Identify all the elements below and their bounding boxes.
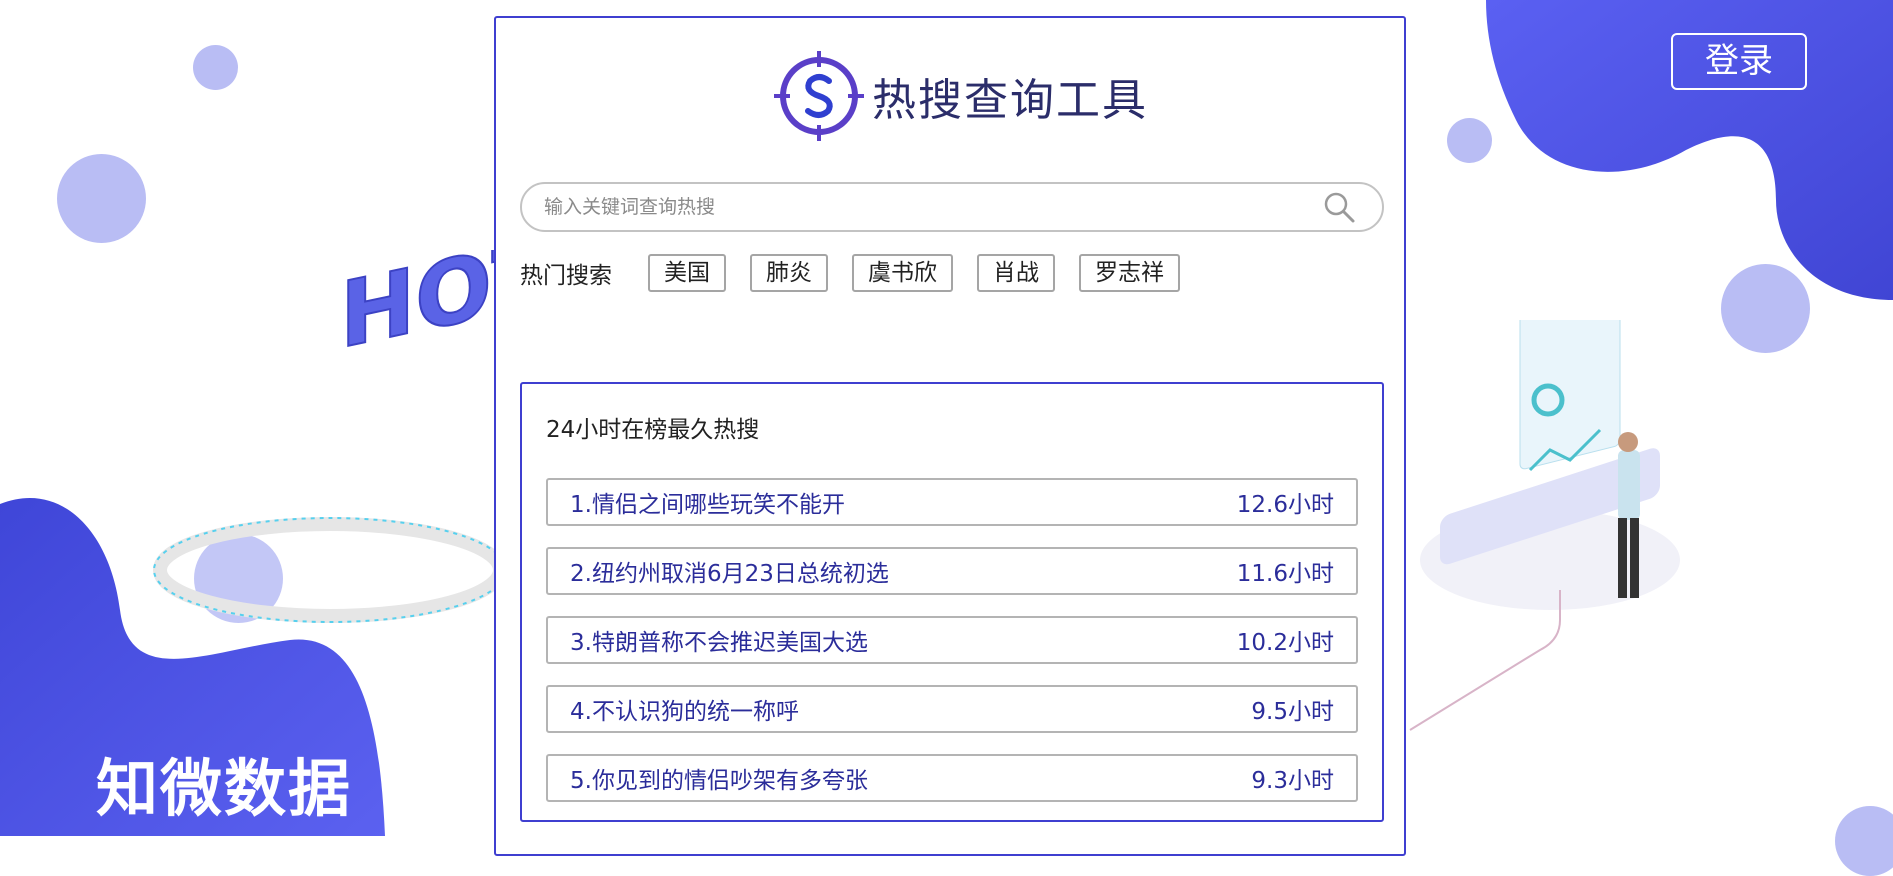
logo[interactable]: 热搜查询工具	[774, 46, 1148, 146]
search-icon[interactable]	[1322, 190, 1356, 224]
hot-tag[interactable]: 美国	[648, 254, 726, 292]
hot-search-row: 热门搜索 美国 肺炎 虞书欣 肖战 罗志祥	[520, 254, 1204, 292]
login-button[interactable]: 登录	[1671, 33, 1807, 90]
ranking-item-duration: 12.6小时	[1236, 492, 1334, 518]
ranking-item-text: 5.你见到的情侣吵架有多夸张	[570, 768, 868, 794]
ranking-title: 24小时在榜最久热搜	[546, 417, 760, 443]
ranking-item[interactable]: 3.特朗普称不会推迟美国大选 10.2小时	[546, 616, 1358, 664]
ranking-panel: 24小时在榜最久热搜 1.情侣之间哪些玩笑不能开 12.6小时 2.纽约州取消6…	[520, 382, 1384, 822]
ranking-item[interactable]: 5.你见到的情侣吵架有多夸张 9.3小时	[546, 754, 1358, 802]
ranking-item-text: 1.情侣之间哪些玩笑不能开	[570, 492, 845, 518]
search-box	[520, 182, 1384, 232]
ranking-item-duration: 10.2小时	[1236, 630, 1334, 656]
ranking-list: 1.情侣之间哪些玩笑不能开 12.6小时 2.纽约州取消6月23日总统初选 11…	[546, 478, 1358, 823]
hot-search-illustration: HOT SEARCH QUERY	[153, 250, 500, 623]
hot-search-label: 热门搜索	[520, 263, 612, 289]
ranking-item-text: 2.纽约州取消6月23日总统初选	[570, 561, 889, 587]
ranking-item[interactable]: 2.纽约州取消6月23日总统初选 11.6小时	[546, 547, 1358, 595]
main-card: 热搜查询工具 热门搜索 美国 肺炎 虞书欣 肖战 罗志祥 24小时在榜最久热搜 …	[494, 16, 1406, 856]
hot-tag[interactable]: 肺炎	[750, 254, 828, 292]
bubble-deco	[1447, 118, 1492, 163]
ranking-item-text: 3.特朗普称不会推迟美国大选	[570, 630, 868, 656]
logo-title: 热搜查询工具	[872, 75, 1148, 126]
hot-search-label: HOT SEARCH QUERY	[340, 250, 500, 369]
brand-name: 知微数据	[96, 752, 353, 825]
ranking-item[interactable]: 1.情侣之间哪些玩笑不能开 12.6小时	[546, 478, 1358, 526]
hot-tag[interactable]: 肖战	[977, 254, 1055, 292]
person-dashboard-illustration	[1409, 320, 1680, 731]
bubble-deco	[1835, 806, 1893, 876]
ranking-item-duration: 9.3小时	[1251, 768, 1334, 794]
ranking-item-duration: 11.6小时	[1236, 561, 1334, 587]
ranking-item-text: 4.不认识狗的统一称呼	[570, 699, 799, 725]
ranking-item-duration: 9.5小时	[1251, 699, 1334, 725]
logo-compass-icon	[774, 51, 864, 141]
hot-tag[interactable]: 虞书欣	[852, 254, 953, 292]
bubble-deco	[57, 154, 146, 243]
search-input[interactable]	[522, 185, 1322, 229]
bubble-deco	[1721, 264, 1810, 353]
hot-tag[interactable]: 罗志祥	[1079, 254, 1180, 292]
bubble-deco	[193, 45, 238, 90]
ranking-item[interactable]: 4.不认识狗的统一称呼 9.5小时	[546, 685, 1358, 733]
